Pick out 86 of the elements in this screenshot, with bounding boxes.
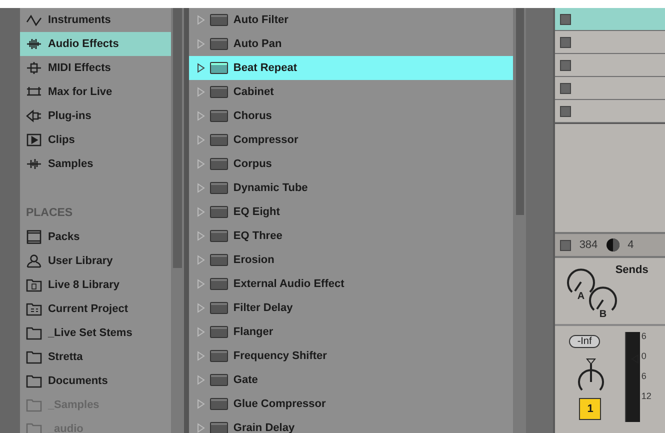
device-item[interactable]: Flanger [189,320,514,344]
sidebar-item[interactable]: Plug-ins [20,104,172,128]
device-item[interactable]: External Audio Effect [189,272,514,296]
device-item[interactable]: Filter Delay [189,296,514,320]
device-item[interactable]: Glue Compressor [189,392,514,416]
track-number[interactable]: 1 [579,398,602,420]
sidebar-item[interactable]: Samples [20,152,172,176]
stop-button[interactable] [560,60,572,70]
folder-icon [26,302,42,316]
stop-button[interactable] [560,36,572,48]
device-item[interactable]: Auto Pan [189,32,514,56]
sidebar-item[interactable]: Stretta [20,345,172,369]
folder-icon [26,422,42,433]
volume-field[interactable]: -Inf [569,335,600,348]
sidebar-item[interactable]: Max for Live [20,80,172,104]
folder-icon [26,398,42,412]
sidebar-item[interactable]: Current Project [20,297,172,321]
device-item[interactable]: EQ Eight [189,200,514,224]
folder-icon [210,86,228,98]
person-icon [26,254,42,268]
folder-icon [210,398,228,410]
device-item[interactable]: Erosion [189,248,514,272]
folder-icon [210,254,228,266]
folder-icon [210,326,228,338]
device-item[interactable]: Corpus [189,152,514,176]
folder-icon [210,278,228,290]
plug-icon [26,109,42,123]
stop-button[interactable] [560,14,572,24]
folder-icon [26,278,42,292]
device-item[interactable]: Frequency Shifter [189,344,514,368]
scrollbar-thumb[interactable] [516,8,524,215]
folder-icon [26,326,42,340]
clip-slot[interactable] [555,8,665,31]
folder-icon [210,374,228,386]
track-count: 4 [628,239,634,251]
scale-label: 6 [641,370,648,383]
folder-icon [210,302,228,314]
device-item[interactable]: Compressor [189,128,514,152]
sidebar-item[interactable]: Audio Effects [20,32,172,56]
sends-label: Sends [615,264,648,276]
sidebar-item[interactable]: MIDI Effects [20,56,172,80]
play-icon [26,133,42,147]
folder-icon [210,158,228,170]
folder-icon [210,182,228,194]
folder-icon [210,134,228,146]
box-icon [26,230,42,244]
section-heading: PLACES [24,206,74,221]
device-item[interactable]: Beat Repeat [189,56,514,80]
folder-icon [26,374,42,388]
stop-button[interactable] [560,106,572,116]
sidebar-item[interactable]: Documents [20,369,172,393]
folder-icon [210,38,228,50]
folder-icon [210,14,228,26]
wave-icon [26,13,42,27]
device-item[interactable]: Gate [189,368,514,392]
sidebar-item[interactable]: Live 8 Library [20,273,172,297]
device-item[interactable]: Dynamic Tube [189,176,514,200]
half-circle-icon [606,238,620,252]
folder-icon [210,206,228,218]
sidebar-item[interactable]: Packs [20,225,172,249]
expand-icon[interactable] [197,63,206,73]
device-item[interactable]: Chorus [189,104,514,128]
waveform-icon [26,157,42,171]
folder-icon [210,62,228,74]
sidebar-item[interactable]: Instruments [20,8,172,32]
scrollbar-thumb[interactable] [173,8,182,268]
track-value: 384 [579,239,598,251]
folder-icon [26,350,42,364]
sidebar-item[interactable]: User Library [20,249,172,273]
waveform-icon [26,37,42,51]
device-item[interactable]: Cabinet [189,80,514,104]
folder-icon [210,350,228,362]
sidebar-item[interactable]: _Live Set Stems [20,321,172,345]
folder-icon [210,110,228,122]
scale-label: 12 [641,390,652,403]
scale-label: 6 [641,330,648,343]
folder-icon [210,230,228,242]
connector-icon [26,61,42,75]
stop-button[interactable] [560,82,572,94]
device-item[interactable]: Grain Delay [189,416,514,433]
scale-label: 0 [641,350,648,363]
device-item[interactable]: Auto Filter [189,8,514,32]
folder-icon [210,422,228,433]
stop-button[interactable] [560,240,572,250]
device-item[interactable]: EQ Three [189,224,514,248]
sidebar-item[interactable]: Clips [20,128,172,152]
